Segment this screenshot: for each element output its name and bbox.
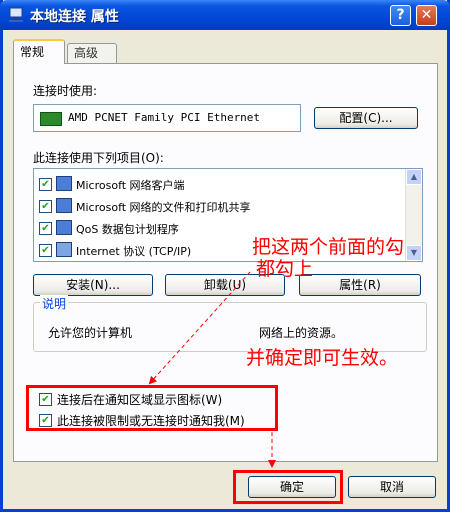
annotation-arrows <box>148 271 276 468</box>
tab-general[interactable]: 常规 <box>13 39 65 64</box>
arrow-to-options <box>148 271 251 385</box>
